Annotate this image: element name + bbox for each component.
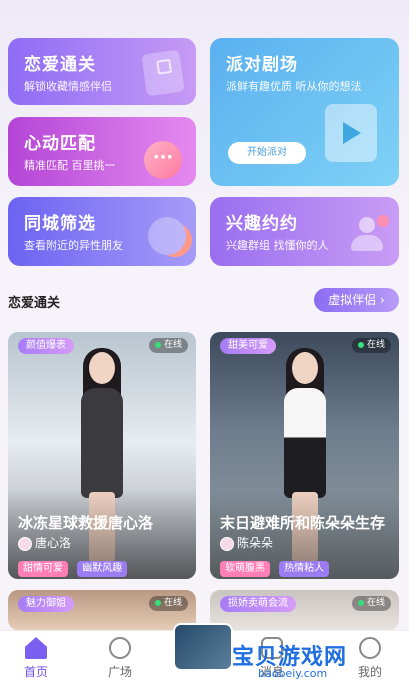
compass-icon bbox=[109, 637, 131, 659]
online-dot-icon bbox=[357, 341, 364, 348]
trait-tag: 热情粘人 bbox=[279, 561, 330, 577]
avatar bbox=[220, 536, 234, 551]
card-title: 同城筛选 bbox=[24, 214, 96, 234]
location-icon bbox=[148, 217, 186, 255]
card-title: 兴趣约约 bbox=[226, 214, 298, 234]
profile-card[interactable]: 魅力御姐 在线 bbox=[8, 590, 196, 630]
card-party-theater[interactable]: 派对剧场 派鲜有趣优质 听从你的想法 开始派对 bbox=[210, 38, 399, 186]
card-title: 恋爱通关 bbox=[24, 55, 96, 75]
section-title: 恋爱通关 bbox=[8, 296, 61, 311]
online-dot-icon bbox=[154, 341, 161, 348]
trait-tag: 甜情可爱 bbox=[18, 561, 68, 577]
online-dot-icon bbox=[357, 599, 364, 606]
trait-tag: 软萌腹黑 bbox=[220, 561, 270, 577]
home-icon bbox=[25, 637, 47, 659]
start-party-button[interactable]: 开始派对 bbox=[228, 142, 306, 164]
online-badge: 在线 bbox=[351, 596, 391, 611]
card-subtitle: 兴趣群组 找懂你的人 bbox=[226, 239, 329, 252]
card-subtitle: 解锁收藏情感伴侣 bbox=[24, 80, 112, 93]
chat-bubble-icon: ··· bbox=[144, 141, 182, 179]
card-same-city[interactable]: 同城筛选 查看附近的异性朋友 bbox=[8, 197, 196, 266]
card-subtitle: 精准匹配 百里挑一 bbox=[24, 159, 116, 172]
card-title: 派对剧场 bbox=[226, 55, 298, 75]
profile-card[interactable]: 颜值爆表 在线 冰冻星球救援唐心洛 唐心洛 甜情可爱 幽默风趣 bbox=[8, 332, 196, 579]
profile-user: 唐心洛 bbox=[18, 534, 71, 551]
online-badge: 在线 bbox=[148, 596, 188, 611]
profile-card[interactable]: 损娇卖萌会流 在线 bbox=[210, 590, 399, 630]
profile-tag: 颜值爆表 bbox=[18, 338, 74, 354]
trait-tag: 幽默风趣 bbox=[77, 561, 128, 577]
virtual-partner-button[interactable]: 虚拟伴侣 › bbox=[314, 288, 399, 312]
tab-home[interactable]: 首页 bbox=[6, 637, 66, 680]
profile-card[interactable]: 甜美可爱 在线 末日避难所和陈朵朵生存 陈朵朵 软萌腹黑 热情粘人 bbox=[210, 332, 399, 579]
play-icon bbox=[325, 104, 377, 162]
online-dot-icon bbox=[154, 599, 161, 606]
card-title: 心动匹配 bbox=[24, 134, 96, 154]
profile-title: 末日避难所和陈朵朵生存 bbox=[220, 514, 386, 532]
profile-tag: 甜美可爱 bbox=[220, 338, 276, 354]
tab-square[interactable]: 广场 bbox=[90, 637, 150, 680]
profile-title: 冰冻星球救援唐心洛 bbox=[18, 514, 154, 532]
profile-user: 陈朵朵 bbox=[220, 534, 273, 551]
card-love-pass[interactable]: 恋爱通关 解锁收藏情感伴侣 bbox=[8, 38, 196, 105]
profile-tag: 魅力御姐 bbox=[18, 596, 74, 612]
center-feature-button[interactable] bbox=[173, 623, 233, 671]
online-badge: 在线 bbox=[148, 338, 188, 353]
bottom-tab-bar: 首页 广场 消息 我的 宝贝游戏网 baobeiy.com bbox=[0, 623, 409, 699]
avatar bbox=[18, 536, 32, 551]
group-icon bbox=[349, 215, 389, 253]
card-subtitle: 派鲜有趣优质 听从你的想法 bbox=[226, 80, 362, 93]
profile-tag: 损娇卖萌会流 bbox=[220, 596, 296, 612]
bookmark-icon bbox=[141, 49, 185, 97]
tab-me[interactable]: 我的 bbox=[340, 637, 400, 680]
card-heart-match[interactable]: 心动匹配 精准匹配 百里挑一 ··· bbox=[8, 117, 196, 186]
card-interest-date[interactable]: 兴趣约约 兴趣群组 找懂你的人 bbox=[210, 197, 399, 266]
profile-icon bbox=[359, 637, 381, 659]
online-badge: 在线 bbox=[351, 338, 391, 353]
watermark-url: baobeiy.com bbox=[258, 667, 328, 680]
card-subtitle: 查看附近的异性朋友 bbox=[24, 239, 123, 252]
